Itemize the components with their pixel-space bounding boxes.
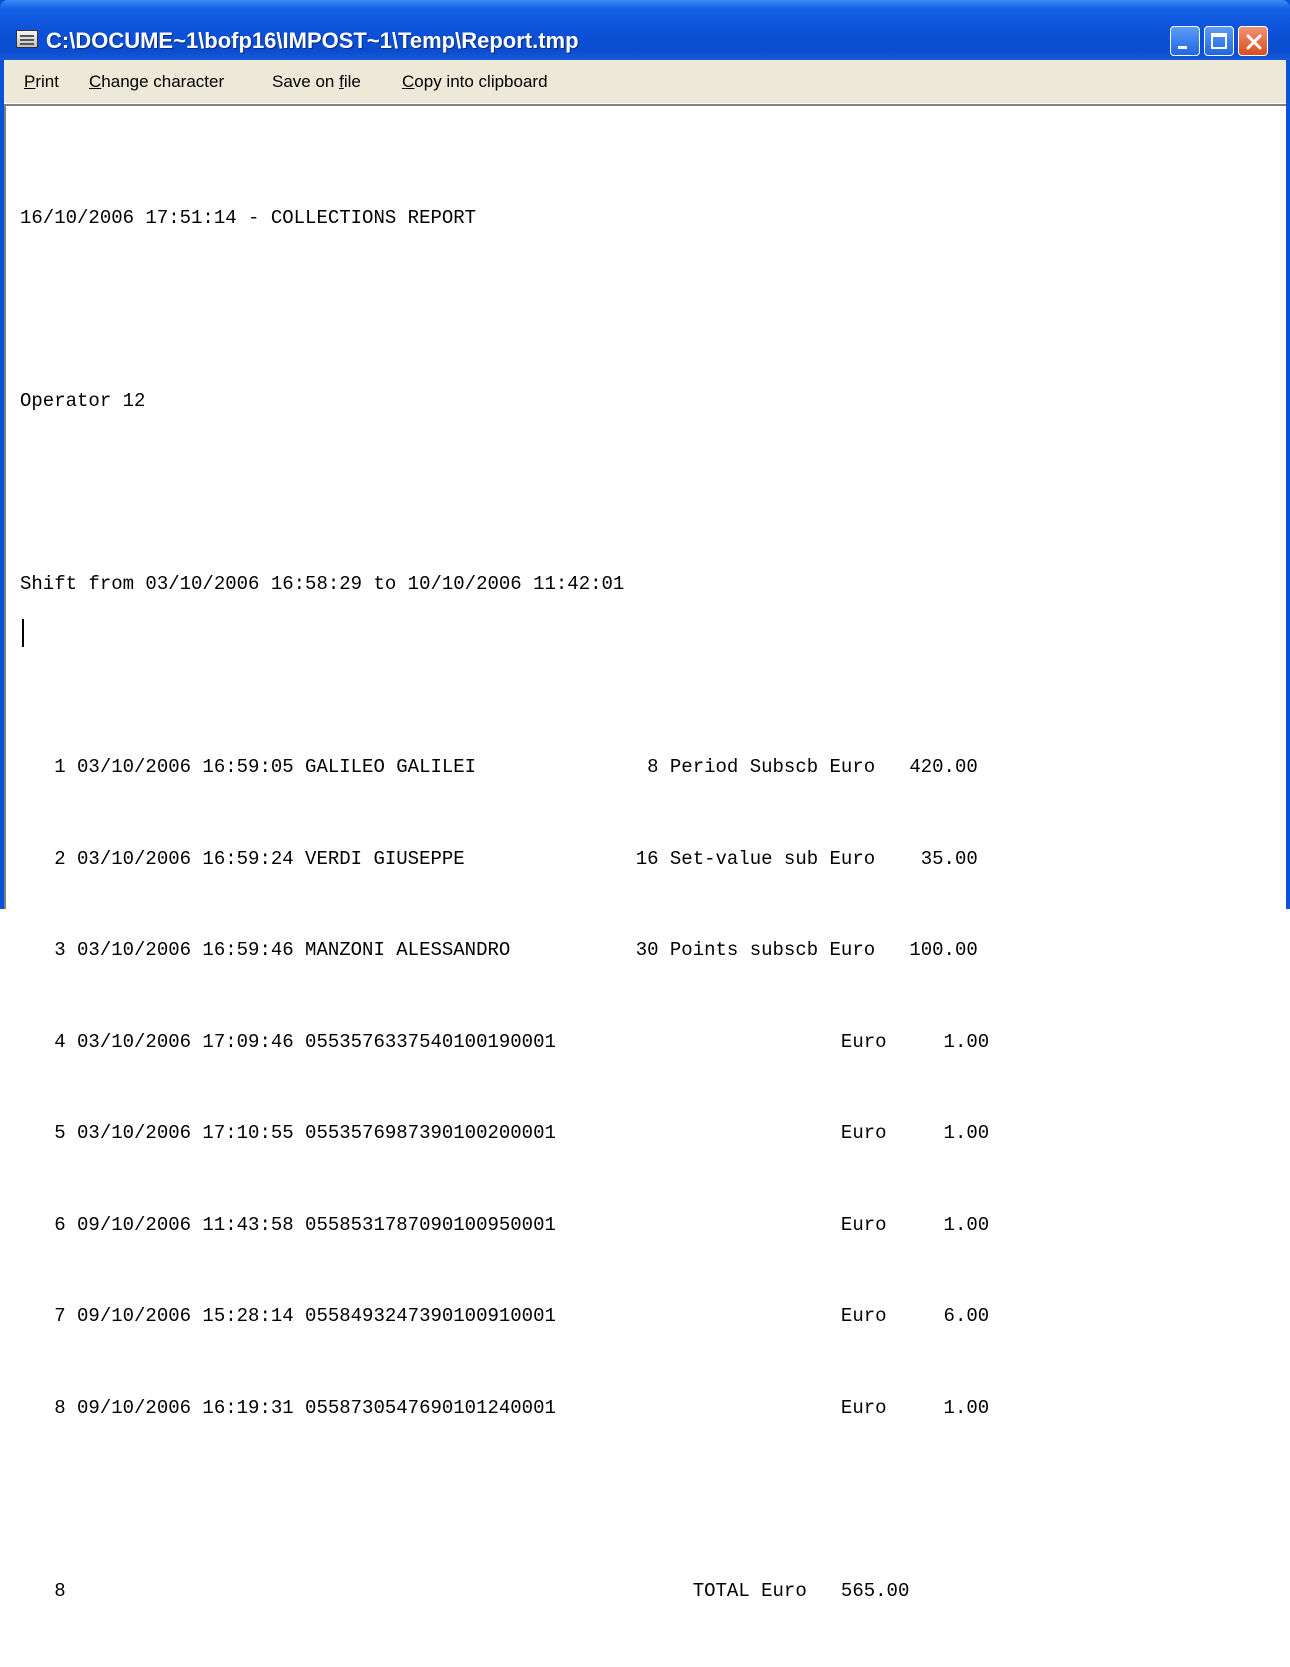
minimize-button[interactable] [1170,26,1200,56]
maximize-button[interactable] [1204,26,1234,56]
report-total: 8 TOTAL Euro 565.00 [20,1579,910,1602]
report-row: 1 03/10/2006 16:59:05 GALILEO GALILEI 8 … [20,756,978,778]
menu-save-on-file[interactable]: Save on file [272,60,361,104]
menu-print-accel: P [24,72,36,91]
text-caret [22,619,24,647]
report-row: 7 09/10/2006 15:28:14 055849324739010091… [20,1305,990,1327]
menu-copy-into-clipboard[interactable]: Copy into clipboard [402,60,548,104]
report-text-area[interactable]: 16/10/2006 17:51:14 - COLLECTIONS REPORT… [4,104,1286,1602]
report-row: 5 03/10/2006 17:10:55 055357698739010020… [20,1122,990,1144]
menu-copy-into-clipboard-accel: C [402,72,415,91]
window-title: C:\DOCUME~1\bofp16\IMPOST~1\Temp\Report.… [46,28,579,53]
close-button[interactable] [1238,26,1268,56]
report-row: 2 03/10/2006 16:59:24 VERDI GIUSEPPE 16 … [20,847,978,870]
menu-save-on-file-label-post: ile [343,72,361,91]
menu-save-on-file-label-pre: Save on [272,72,340,91]
report-operator: Operator 12 [20,390,146,412]
report-row: 8 09/10/2006 16:19:31 055873054769010124… [20,1396,990,1419]
menu-copy-into-clipboard-label: opy into clipboard [414,72,548,91]
report-header: 16/10/2006 17:51:14 - COLLECTIONS REPORT [20,207,477,229]
close-icon [1246,34,1262,50]
menu-change-character-accel: C [89,72,102,91]
report-shift: Shift from 03/10/2006 16:58:29 to 10/10/… [20,573,625,595]
menu-change-character[interactable]: Change character [89,60,224,104]
report-body: 16/10/2006 17:51:14 - COLLECTIONS REPORT… [20,142,989,1667]
menu-print[interactable]: Print [24,60,59,104]
report-row: 6 09/10/2006 11:43:58 055853178709010095… [20,1213,990,1236]
menu-bar: Print Change character Save on file Copy… [4,60,1286,104]
title-bar[interactable]: C:\DOCUME~1\bofp16\IMPOST~1\Temp\Report.… [0,0,1290,60]
menu-change-character-label: hange character [101,72,225,91]
menu-print-label: rint [35,72,59,91]
report-window: C:\DOCUME~1\bofp16\IMPOST~1\Temp\Report.… [0,0,1290,1602]
report-row: 3 03/10/2006 16:59:46 MANZONI ALESSANDRO… [20,939,978,961]
report-document-icon[interactable] [16,30,38,48]
report-row: 4 03/10/2006 17:09:46 055357633754010019… [20,1030,990,1053]
